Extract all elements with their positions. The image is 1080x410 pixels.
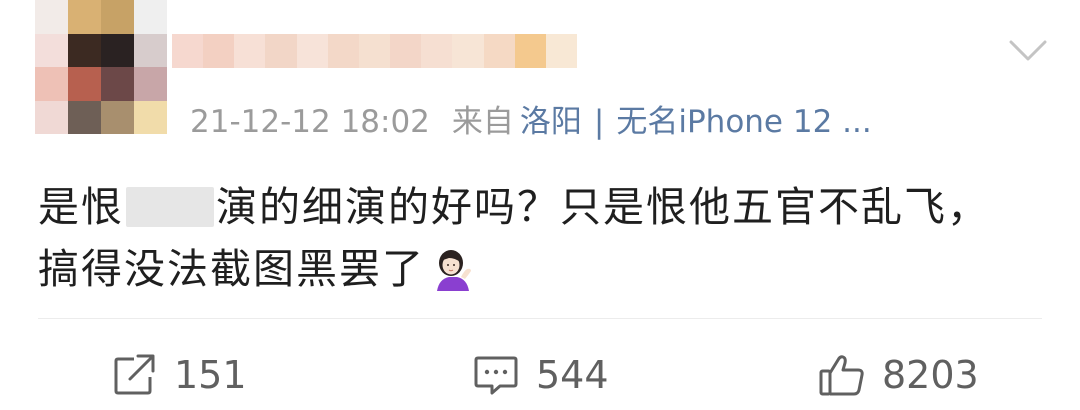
device-link[interactable]: 无名iPhone 12 ... [616,102,871,142]
post-text-line-2: 搞得没法截图黑罢了 [38,238,1048,300]
woman-tipping-hand-emoji-icon [437,250,471,291]
chevron-down-icon[interactable] [1008,38,1048,64]
post-text-fragment: 演的细演的好吗？只是恨他五官不乱飞， [216,183,990,231]
post-meta: 21-12-12 18:02 来自 洛阳 | 无名iPhone 12 ... [190,102,872,142]
post-text-line-1: 是恨 演的细演的好吗？只是恨他五官不乱飞， [38,176,1048,238]
avatar[interactable] [35,0,167,134]
divider [38,318,1042,319]
comment-button[interactable]: 544 [472,345,609,405]
comment-count: 544 [536,353,609,397]
action-bar: 151 544 8203 [0,345,1080,405]
post-timestamp: 21-12-12 18:02 [190,104,430,140]
share-arrow-icon [114,354,155,395]
redacted-name [126,187,214,227]
username-redacted[interactable] [172,34,577,68]
like-button[interactable]: 8203 [818,345,979,405]
post-content[interactable]: 是恨 演的细演的好吗？只是恨他五官不乱飞， 搞得没法截图黑罢了 [38,176,1048,300]
thumbs-up-icon [819,355,864,396]
forward-count: 151 [174,353,247,397]
meta-separator: | [593,104,605,140]
post-text-fragment: 是恨 [38,183,124,231]
post-text-fragment: 搞得没法截图黑罢了 [38,245,425,293]
comment-bubble-icon [474,356,518,395]
source-prefix: 来自 [451,104,514,140]
forward-button[interactable]: 151 [112,345,247,405]
location-link[interactable]: 洛阳 [520,102,582,142]
like-count: 8203 [882,353,979,397]
